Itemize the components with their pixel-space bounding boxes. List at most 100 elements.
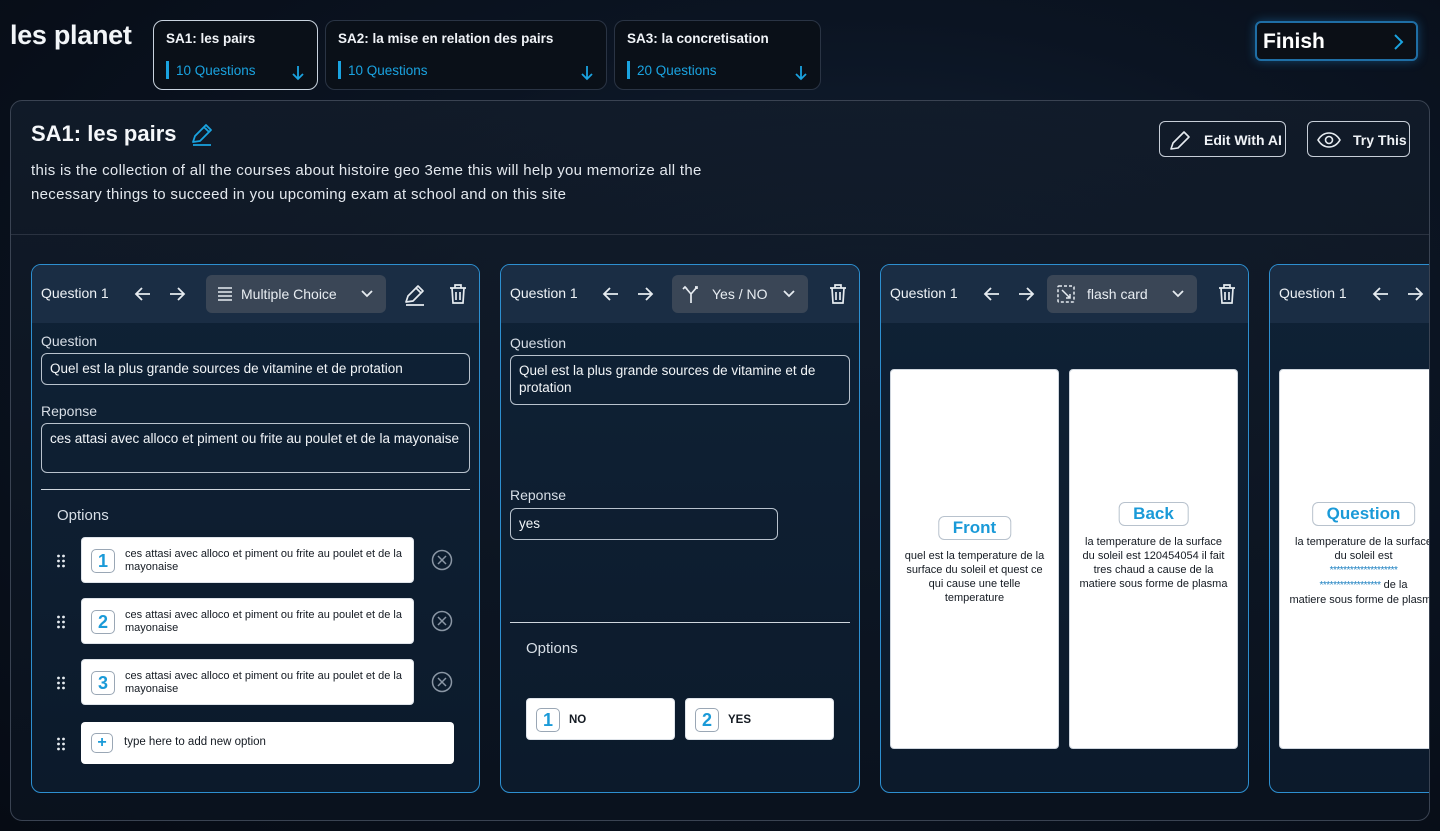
split-icon — [682, 285, 698, 303]
flash-card-front[interactable]: Front quel est la temperature de la surf… — [890, 369, 1059, 749]
tab-accent-bar — [338, 61, 341, 79]
page-description: this is the collection of all the course… — [31, 162, 702, 203]
add-option-placeholder: type here to add new option — [124, 736, 266, 748]
question-label: Question — [41, 333, 98, 349]
tab-count: 10 Questions — [176, 63, 256, 78]
pencil-icon[interactable] — [403, 282, 427, 306]
try-this-button[interactable]: Try This — [1307, 121, 1410, 157]
question-field[interactable]: Quel est la plus grande sources de vitam… — [41, 353, 470, 385]
arrow-left-icon[interactable] — [1371, 284, 1391, 304]
question-type-select[interactable]: flash card — [1047, 275, 1197, 313]
arrow-right-icon[interactable] — [167, 284, 187, 304]
option-text: ces attasi avec alloco et piment ou frit… — [125, 609, 402, 634]
divider — [41, 489, 470, 490]
plus-icon: + — [91, 733, 113, 753]
close-circle-icon[interactable] — [431, 549, 453, 571]
front-text: quel est la temperature de la surface du… — [904, 550, 1045, 604]
arrow-right-icon[interactable] — [1016, 284, 1036, 304]
question-card-yes-no: Question 1 Yes / NO Question Quel est la… — [500, 264, 860, 793]
question-label: Question — [510, 335, 567, 351]
tab-accent-bar — [627, 61, 630, 79]
question-type-label: Multiple Choice — [241, 286, 337, 302]
trash-icon[interactable] — [446, 282, 470, 306]
answer-label: Reponse — [41, 403, 98, 419]
arrow-down-icon — [581, 66, 593, 81]
tab-sa3[interactable]: SA3: la concretisation 20 Questions — [614, 20, 821, 90]
question-card-flash-card: Question 1 flash card Front quel est la … — [880, 264, 1249, 793]
arrow-down-icon — [292, 66, 304, 81]
chevron-down-icon — [783, 290, 795, 298]
answer-label: Reponse — [510, 487, 567, 503]
front-tag: Front — [937, 516, 1012, 540]
close-circle-icon[interactable] — [431, 610, 453, 632]
masked-text: ******************** — [1329, 565, 1398, 576]
option-text: ces attasi avec alloco et piment ou frit… — [125, 670, 402, 695]
text-before-mask: la temperature de la surface du soleil e… — [1295, 536, 1430, 562]
question-type-select[interactable]: Yes / NO — [672, 275, 808, 313]
question-card-fill-blank: Question 1 Question la temperature de la… — [1269, 264, 1430, 793]
option-number: 3 — [91, 671, 115, 695]
close-circle-icon[interactable] — [431, 671, 453, 693]
divider — [510, 622, 850, 623]
option-no[interactable]: 1 NO — [526, 698, 675, 740]
drag-handle-icon[interactable] — [56, 737, 66, 751]
eye-icon — [1317, 132, 1341, 148]
card-header: Question 1 Multiple Choice — [32, 265, 479, 323]
flashcard-icon — [1057, 285, 1075, 303]
arrow-left-icon[interactable] — [982, 284, 1002, 304]
text-end: matiere sous forme de plasma — [1289, 594, 1430, 606]
page-title: SA1: les pairs — [31, 121, 177, 146]
pencil-icon — [1170, 131, 1190, 150]
arrow-right-icon[interactable] — [635, 284, 655, 304]
back-tag: Back — [1118, 502, 1189, 526]
option-number: 2 — [91, 610, 115, 634]
list-icon — [218, 287, 232, 301]
question-number: Question 1 — [1279, 285, 1347, 301]
option-number: 1 — [91, 549, 115, 573]
option-number: 2 — [695, 708, 719, 732]
option-number: 1 — [536, 708, 560, 732]
options-label: Options — [526, 640, 578, 657]
edit-with-ai-button[interactable]: Edit With AI — [1159, 121, 1286, 157]
flash-card-question[interactable]: Question la temperature de la surface du… — [1279, 369, 1430, 749]
option-item[interactable]: 3 ces attasi avec alloco et piment ou fr… — [81, 659, 414, 705]
finish-button[interactable]: Finish — [1255, 21, 1418, 61]
drag-handle-icon[interactable] — [56, 676, 66, 690]
arrow-left-icon[interactable] — [601, 284, 621, 304]
drag-handle-icon[interactable] — [56, 615, 66, 629]
card-header: Question 1 flash card — [881, 265, 1248, 323]
panel-header: SA1: les pairs this is the collection of… — [11, 101, 1429, 235]
option-item[interactable]: 2 ces attasi avec alloco et piment ou fr… — [81, 598, 414, 644]
question-number: Question 1 — [510, 285, 578, 301]
add-option-input[interactable]: + type here to add new option — [81, 722, 454, 764]
tab-count: 20 Questions — [637, 63, 717, 78]
trash-icon[interactable] — [1215, 282, 1239, 306]
option-yes[interactable]: 2 YES — [685, 698, 834, 740]
chevron-right-icon — [1394, 34, 1404, 50]
edit-with-ai-label: Edit With AI — [1204, 132, 1282, 148]
question-type-select[interactable]: Multiple Choice — [206, 275, 386, 313]
tab-title: SA2: la mise en relation des pairs — [338, 31, 554, 46]
question-type-label: flash card — [1087, 286, 1148, 302]
main-panel: SA1: les pairs this is the collection of… — [10, 100, 1430, 821]
chevron-down-icon — [361, 290, 373, 298]
drag-handle-icon[interactable] — [56, 554, 66, 568]
flash-card-back[interactable]: Back la temperature de la surface du sol… — [1069, 369, 1238, 749]
answer-field[interactable]: yes — [510, 508, 778, 540]
tab-sa1[interactable]: SA1: les pairs 10 Questions — [153, 20, 318, 90]
question-field[interactable]: Quel est la plus grande sources de vitam… — [510, 355, 850, 405]
arrow-left-icon[interactable] — [133, 284, 153, 304]
pencil-icon[interactable] — [189, 121, 215, 147]
options-label: Options — [57, 507, 109, 524]
finish-label: Finish — [1263, 30, 1325, 53]
card-header: Question 1 Yes / NO — [501, 265, 859, 323]
answer-field[interactable]: ces attasi avec alloco et piment ou frit… — [41, 423, 470, 473]
question-text: la temperature de la surface du soleil e… — [1288, 535, 1430, 607]
tab-sa2[interactable]: SA2: la mise en relation des pairs 10 Qu… — [325, 20, 607, 90]
arrow-down-icon — [795, 66, 807, 81]
arrow-right-icon[interactable] — [1405, 284, 1425, 304]
option-item[interactable]: 1 ces attasi avec alloco et piment ou fr… — [81, 537, 414, 583]
text-after-mask: de la — [1383, 579, 1408, 591]
trash-icon[interactable] — [826, 282, 850, 306]
chevron-down-icon — [1172, 290, 1184, 298]
